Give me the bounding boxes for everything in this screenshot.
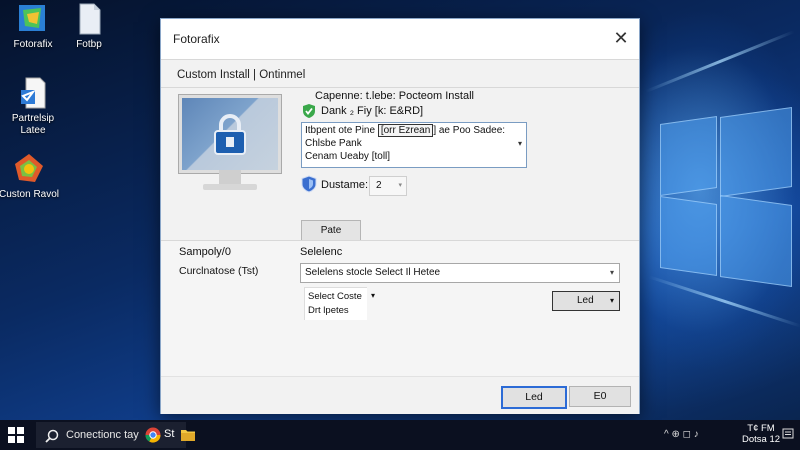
monitor-stand [219,170,241,184]
search-icon [45,429,59,443]
desktop-icon-label: Partrelsip Latee [11,113,55,136]
desktop-icon-custon[interactable]: Custon Ravol [0,152,64,201]
stepper-value: 2 [376,180,382,191]
list-item-text: Itbpent ote Pine [305,125,378,136]
setup-document-icon [17,76,49,110]
padlock-icon [210,112,250,156]
fotorafix-app-icon [17,2,49,36]
chrome-browser-icon[interactable] [145,427,161,443]
select-case-label: Select Coste [308,291,362,302]
capture-label: Capenne: t.lebe: Pocteom Install [315,90,474,102]
divider [161,240,639,241]
close-button[interactable]: ✕ [609,27,633,51]
selection-label: Selelenc [300,246,343,258]
dialog-footer: Led E0 [161,376,639,414]
primary-button[interactable]: Led [501,386,567,409]
green-check-shield-icon [301,103,317,119]
notification-icon[interactable] [782,428,794,440]
desktop-icon-setup[interactable]: Partrelsip Latee [0,76,68,137]
taskbar-app-label: St [164,428,175,440]
pate-button[interactable]: Pate [301,220,361,242]
list-item[interactable]: Cenam Ueaby [toll] [305,151,390,162]
details-label: Drt lpetes [308,305,349,316]
select-case-panel[interactable]: Select Coste Drt lpetes [304,287,367,320]
shield-icon [301,175,317,193]
clock-date: Dotsa 12 [741,434,781,445]
system-tray-icons[interactable]: ^ ⊕ ◻ ♪ [664,429,699,440]
chevron-down-icon: ▾ [609,296,614,305]
search-text: Conectionc tay [66,429,139,441]
light-beam [645,30,795,93]
monitor-illustration [178,94,282,174]
windows-logo-pane [720,194,792,288]
quantity-stepper[interactable]: 2 ▾ [369,176,407,196]
chevron-down-icon[interactable]: ▾ [610,268,614,277]
windows-logo-pane [660,115,717,197]
check-option-label[interactable]: Dank ₂ Fiy [k: E&RD] [321,105,423,117]
section-heading: Custom Install | Ontinmel [177,69,306,81]
list-item-text: ] ae Poo Sadee: [433,125,506,136]
secondary-button[interactable]: E0 [569,386,631,407]
colorful-app-icon [13,152,45,186]
selection-combobox[interactable]: Selelens stocle Select Il Hetee ▾ [300,263,620,283]
windows-logo-pane [720,106,792,198]
desktop-icon-label: Custon Ravol [0,189,60,200]
sample-label: Sampoly/0 [179,246,231,258]
windows-logo-pane [660,195,717,277]
document-file-icon [73,2,105,36]
clock-time: T¢ FM [747,423,775,434]
selected-chip[interactable]: [orr Ezrean [377,124,434,137]
combobox-value: Selelens stocle Select Il Hetee [305,267,441,278]
list-item[interactable]: Itbpent ote Pine [orr Ezrean] ae Poo Sad… [305,124,506,137]
windows-start-icon[interactable] [8,427,24,443]
list-item[interactable]: Chlsbe Pank [305,138,362,149]
dropdown-button-label: Led [577,295,594,306]
coordinate-label: Curclnatose (Tst) [179,265,259,277]
divider [161,87,639,88]
title-bar[interactable]: Fotorafix ✕ [161,19,639,59]
taskbar-clock[interactable]: T¢ FM Dotsa 12 [736,423,786,445]
chevron-down-icon[interactable]: ▾ [518,139,522,148]
chevron-down-icon[interactable]: ▾ [371,291,375,300]
window-title: Fotorafix [173,32,220,46]
taskbar: Conectionc tay St ^ ⊕ ◻ ♪ T¢ FM Dotsa 12 [0,420,800,450]
monitor-base [203,184,257,190]
divider [161,59,639,60]
folder-icon[interactable] [181,428,195,441]
led-dropdown-button[interactable]: Led ▾ [552,291,620,311]
chevron-down-icon[interactable]: ▾ [398,181,402,189]
options-listbox[interactable]: Itbpent ote Pine [orr Ezrean] ae Poo Sad… [301,122,527,168]
desktop-icon-label: Fotbp [76,39,102,50]
installer-window: Fotorafix ✕ Custom Install | Ontinmel Ca… [160,18,640,414]
desktop-icon-fotbp[interactable]: Fotbp [54,2,124,51]
spin-label: Dustame: [321,179,369,191]
